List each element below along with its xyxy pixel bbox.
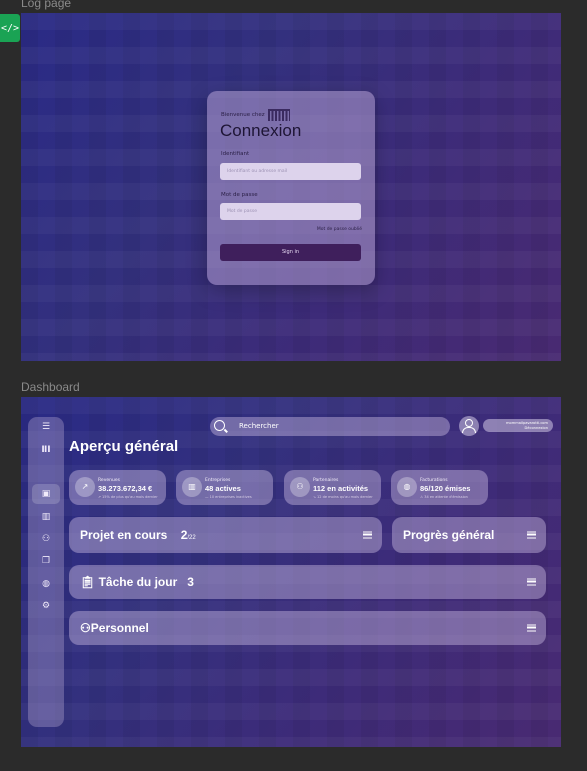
people-icon: ⚇ xyxy=(80,621,91,635)
clipboard-icon: 📋︎ xyxy=(80,575,96,589)
sidebar: ☰ ⅡⅠ ▣ ▥ ⚇ ❐ ◍ ⚙ xyxy=(28,417,64,727)
forgot-password-link[interactable]: Mot de passe oublié xyxy=(317,227,362,232)
staff-title: Personnel xyxy=(90,621,149,635)
password-input[interactable]: Mot de passe xyxy=(220,203,361,220)
login-title: Connexion xyxy=(220,121,302,140)
menu-icon[interactable]: ☰ xyxy=(28,422,64,432)
user-menu[interactable]: mommailpavarotti.com Déconnexion xyxy=(483,419,553,432)
building-icon[interactable]: ▥ xyxy=(28,512,64,522)
wallet-icon: ◍ xyxy=(397,477,417,497)
frame-label-login: Log page xyxy=(21,0,72,10)
logout-link[interactable]: Déconnexion xyxy=(483,426,548,431)
stat-partenaires[interactable]: ⚇ Partenaires 112 en activités ↘ 12 de m… xyxy=(284,470,381,505)
people-icon[interactable]: ⚇ xyxy=(28,534,64,544)
code-view-toggle[interactable]: </> xyxy=(0,14,20,42)
progress-menu-icon[interactable] xyxy=(527,531,536,539)
login-frame: Bienvenue chez Connexion Identifiant Ide… xyxy=(21,13,561,361)
projects-title: Projet en cours xyxy=(80,528,168,542)
tasks-count: 3 xyxy=(187,575,194,589)
wallet-icon[interactable]: ◍ xyxy=(28,579,64,589)
search-icon xyxy=(214,420,225,431)
page-title: Aperçu général xyxy=(69,438,179,455)
card-tasks[interactable]: 📋︎ Tâche du jour 3 xyxy=(69,565,546,599)
stat-facturations[interactable]: ◍ Facturations 86/120 émises ⚠ 34 en att… xyxy=(391,470,488,505)
trend-icon: ↗ xyxy=(75,477,95,497)
building-icon: ▥ xyxy=(182,477,202,497)
search-input[interactable]: Rechercher xyxy=(239,422,279,430)
copy-icon[interactable]: ❐ xyxy=(28,556,64,566)
card-staff[interactable]: ⚇Personnel xyxy=(69,611,546,645)
identifier-input[interactable]: Identifiant ou adresse mail xyxy=(220,163,361,180)
card-progress[interactable]: Progrès général xyxy=(392,517,546,553)
login-card: Bienvenue chez Connexion Identifiant Ide… xyxy=(207,91,375,285)
tasks-menu-icon[interactable] xyxy=(527,578,536,586)
welcome-text: Bienvenue chez xyxy=(221,112,265,118)
search-bar[interactable]: Rechercher xyxy=(210,417,450,436)
password-label: Mot de passe xyxy=(221,192,258,198)
dashboard-frame: ☰ ⅡⅠ ▣ ▥ ⚇ ❐ ◍ ⚙ Rechercher mommailpavar… xyxy=(21,397,561,747)
user-avatar-icon[interactable] xyxy=(459,416,479,436)
brand-logo xyxy=(267,109,290,121)
tasks-title: Tâche du jour xyxy=(98,575,178,589)
identifier-label: Identifiant xyxy=(221,151,250,157)
people-icon: ⚇ xyxy=(290,477,310,497)
settings-icon[interactable]: ⚙ xyxy=(28,601,64,611)
projects-menu-icon[interactable] xyxy=(363,531,372,539)
dashboard-icon[interactable]: ▣ xyxy=(28,489,64,499)
sign-in-button[interactable]: Sign in xyxy=(220,244,361,261)
card-projects[interactable]: Projet en cours 2/22 xyxy=(69,517,382,553)
stat-revenues[interactable]: ↗ Revenues 38.273.672,34 € ↗ 15% de plus… xyxy=(69,470,166,505)
staff-menu-icon[interactable] xyxy=(527,624,536,632)
projects-total: /22 xyxy=(187,535,196,541)
stat-entreprises[interactable]: ▥ Entreprises 48 actives — 10 entreprise… xyxy=(176,470,273,505)
brand-logo-icon[interactable]: ⅡⅠ xyxy=(28,445,64,455)
frame-label-dashboard: Dashboard xyxy=(21,380,80,394)
progress-title: Progrès général xyxy=(403,528,495,542)
